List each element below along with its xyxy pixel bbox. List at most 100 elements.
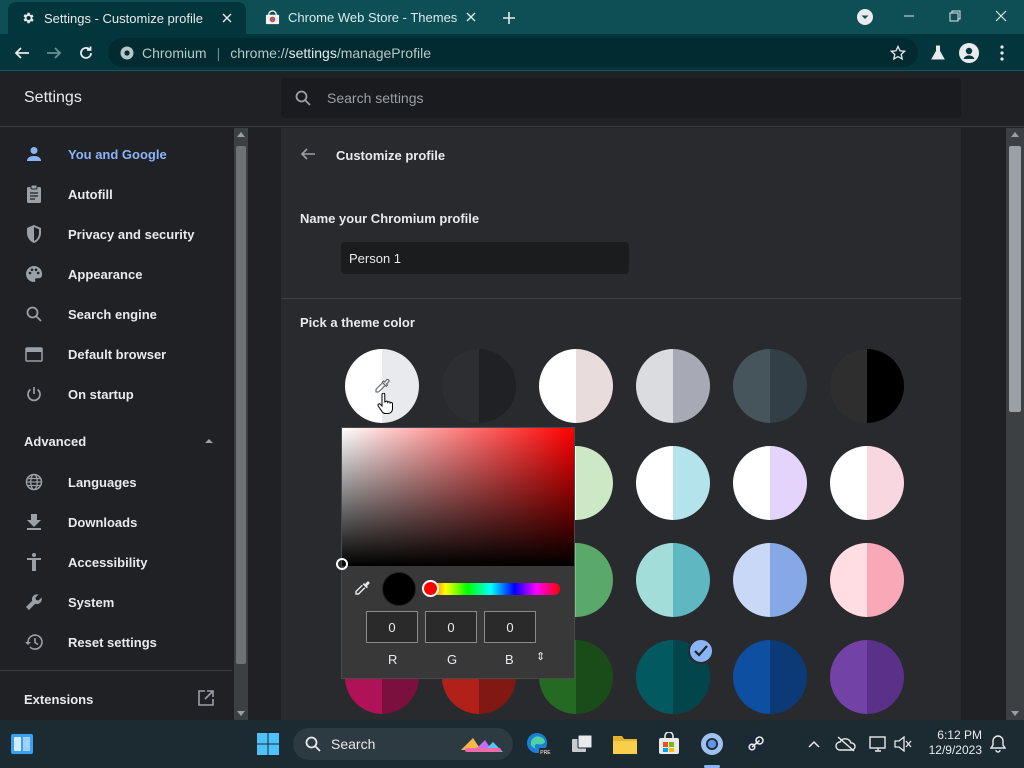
sidebar-item-label: On startup (68, 386, 134, 402)
theme-swatch[interactable] (733, 640, 807, 714)
labs-flask-icon[interactable] (928, 43, 948, 63)
sidebar-item-default-browser[interactable]: Default browser (0, 334, 232, 374)
theme-swatch[interactable] (830, 640, 904, 714)
minimize-button[interactable] (897, 4, 921, 28)
sidebar-item-label: Downloads (68, 514, 138, 530)
volume-muted-icon[interactable] (889, 730, 917, 758)
eyedropper-icon (374, 378, 390, 394)
green-label: G (447, 652, 458, 667)
main-scrollbar-thumb[interactable] (1009, 146, 1021, 412)
address-bar[interactable]: Chromium | chrome://settings/manageProfi… (108, 38, 918, 67)
chromium-taskbar-icon[interactable] (698, 730, 726, 758)
onedrive-offline-icon[interactable] (832, 730, 860, 758)
profile-name-label: Name your Chromium profile (300, 211, 480, 226)
shield-icon (24, 224, 44, 244)
green-input[interactable] (425, 611, 477, 643)
tab-settings[interactable]: Settings - Customize profile (8, 2, 246, 34)
back-arrow-icon[interactable] (12, 43, 32, 63)
open-in-new-icon[interactable] (198, 690, 216, 708)
sidebar-item-search-engine[interactable]: Search engine (0, 294, 232, 334)
blue-label: B (505, 652, 514, 667)
settings-sidebar: You and Google Autofill Privacy and secu… (0, 128, 232, 720)
taskbar-clock[interactable]: 6:12 PM 12/9/2023 (918, 728, 982, 758)
edge-browser-icon[interactable]: PRE (524, 730, 552, 758)
task-view-icon[interactable] (568, 730, 596, 758)
sidebar-item-system[interactable]: System (0, 582, 232, 622)
theme-swatch[interactable] (636, 446, 710, 520)
theme-swatch[interactable] (733, 349, 807, 423)
theme-swatch[interactable] (830, 543, 904, 617)
tab-search-icon[interactable] (856, 8, 874, 26)
sidebar-item-appearance[interactable]: Appearance (0, 254, 232, 294)
theme-swatch[interactable] (636, 543, 710, 617)
theme-swatch[interactable] (830, 349, 904, 423)
restore-button[interactable] (943, 4, 967, 28)
saturation-value-area[interactable] (342, 428, 574, 566)
sidebar-item-autofill[interactable]: Autofill (0, 174, 232, 214)
tab-web-store[interactable]: Chrome Web Store - Themes (252, 0, 490, 34)
show-hidden-icons-chevron[interactable] (800, 730, 828, 758)
history-icon (24, 632, 44, 652)
format-toggle-icon[interactable]: ⇕ (536, 650, 545, 663)
sidebar-item-languages[interactable]: Languages (0, 462, 232, 502)
close-tab-icon[interactable] (462, 8, 480, 26)
power-icon (24, 384, 44, 404)
sidebar-item-label: You and Google (68, 146, 167, 162)
file-explorer-icon[interactable] (611, 730, 639, 758)
web-store-icon (264, 9, 280, 25)
theme-swatch[interactable] (830, 446, 904, 520)
globe-icon (24, 472, 44, 492)
sidebar-item-privacy[interactable]: Privacy and security (0, 214, 232, 254)
sidebar-item-extensions[interactable]: Extensions (24, 692, 93, 707)
bookmark-star-icon[interactable] (890, 45, 906, 61)
color-picker-popup: R G B ⇕ (336, 427, 575, 679)
settings-search-field[interactable]: Search settings (281, 78, 961, 118)
start-button-icon[interactable] (254, 730, 282, 758)
sidebar-item-label: Privacy and security (68, 226, 195, 242)
sidebar-item-downloads[interactable]: Downloads (0, 502, 232, 542)
network-monitor-icon[interactable] (864, 730, 892, 758)
sidebar-item-on-startup[interactable]: On startup (0, 374, 232, 414)
theme-swatch[interactable] (636, 349, 710, 423)
sidebar-scrollbar-thumb[interactable] (236, 146, 246, 664)
search-icon (305, 736, 321, 752)
sidebar-item-label: Default browser (68, 346, 167, 362)
saturation-handle[interactable] (336, 558, 348, 570)
blue-input[interactable] (484, 611, 536, 643)
sidebar-item-reset[interactable]: Reset settings (0, 622, 232, 662)
hue-slider[interactable] (422, 583, 560, 595)
hue-handle[interactable] (422, 580, 439, 597)
sidebar-item-label: Appearance (68, 266, 143, 282)
theme-swatch[interactable] (442, 349, 516, 423)
clipboard-icon (24, 184, 44, 204)
sidebar-item-label: Accessibility (68, 554, 148, 570)
microsoft-store-icon[interactable] (655, 730, 683, 758)
clock-time: 6:12 PM (937, 728, 982, 742)
profile-avatar-icon[interactable] (959, 43, 979, 63)
widgets-icon[interactable] (8, 730, 36, 758)
sidebar-item-you-and-google[interactable]: You and Google (0, 134, 232, 174)
back-arrow-icon[interactable] (300, 146, 320, 166)
sidebar-item-accessibility[interactable]: Accessibility (0, 542, 232, 582)
steam-icon[interactable] (742, 730, 770, 758)
red-input[interactable] (366, 611, 418, 643)
profile-name-input[interactable] (341, 242, 629, 274)
forward-arrow-icon[interactable] (44, 43, 64, 63)
theme-swatch[interactable] (733, 446, 807, 520)
theme-swatch[interactable] (539, 349, 613, 423)
eyedropper-icon[interactable] (354, 580, 372, 598)
url-text: chrome://settings/manageProfile (230, 44, 431, 61)
search-highlight-icon (459, 734, 505, 754)
menu-kebab-icon[interactable] (992, 43, 1012, 63)
title-bar: Settings - Customize profile Chrome Web … (0, 0, 1024, 34)
theme-swatch[interactable] (733, 543, 807, 617)
new-tab-button[interactable] (498, 7, 520, 29)
windows-taskbar: Search PRE 6:12 PM 12/9/2023 (0, 720, 1024, 768)
close-window-button[interactable] (989, 4, 1013, 28)
close-tab-icon[interactable] (218, 9, 236, 27)
notification-bell-icon[interactable] (984, 730, 1012, 758)
reload-icon[interactable] (76, 43, 96, 63)
taskbar-search[interactable]: Search (293, 728, 513, 760)
search-icon (24, 304, 44, 324)
advanced-section-toggle[interactable]: Advanced (24, 434, 214, 449)
